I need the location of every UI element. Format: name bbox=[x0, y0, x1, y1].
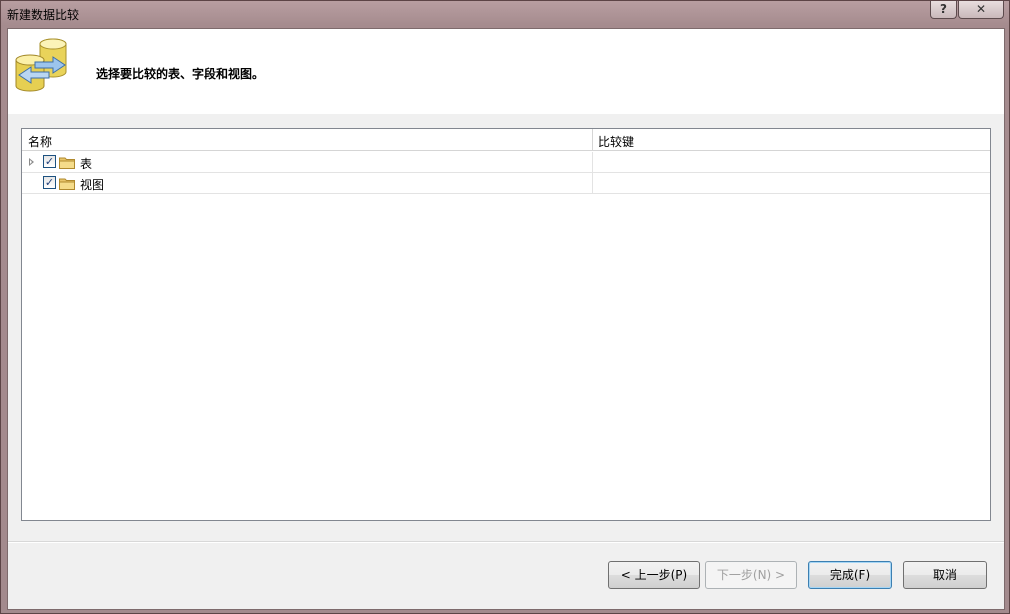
title-bar[interactable]: 新建数据比较 ? ✕ bbox=[1, 1, 1009, 27]
tree-row-tables[interactable]: ✓ 表 bbox=[22, 152, 990, 173]
tree-row-views[interactable]: ✓ 视图 bbox=[22, 173, 990, 194]
instruction-text: 选择要比较的表、字段和视图。 bbox=[96, 67, 265, 81]
row-label: 视图 bbox=[80, 178, 105, 192]
cancel-button[interactable]: 取消 bbox=[903, 561, 987, 589]
finish-button[interactable]: 完成(F) bbox=[808, 561, 892, 589]
grid-header: 名称 比较键 bbox=[22, 129, 990, 151]
back-button[interactable]: < 上一步(P) bbox=[608, 561, 700, 589]
object-tree-grid[interactable]: 名称 比较键 ✓ 表 ✓ 视图 bbox=[21, 128, 991, 521]
folder-icon bbox=[59, 157, 75, 169]
compare-key-cell[interactable] bbox=[593, 173, 990, 194]
dialog-client-area: 选择要比较的表、字段和视图。 名称 比较键 ✓ 表 ✓ 视图 < 上一步(P) … bbox=[7, 28, 1005, 610]
close-button[interactable]: ✕ bbox=[958, 1, 1004, 19]
compare-key-cell[interactable] bbox=[593, 152, 990, 173]
folder-icon bbox=[59, 178, 75, 190]
dialog-window: 新建数据比较 ? ✕ 选择要比较的表、字段和视图。 名称 比较键 ✓ 表 ✓ 视… bbox=[0, 0, 1010, 614]
row-label: 表 bbox=[80, 157, 93, 171]
name-cell: ✓ 表 bbox=[22, 152, 593, 173]
views-checkbox[interactable]: ✓ bbox=[43, 176, 56, 189]
tables-checkbox[interactable]: ✓ bbox=[43, 155, 56, 168]
next-button[interactable]: 下一步(N) > bbox=[705, 561, 797, 589]
database-compare-icon bbox=[15, 38, 67, 92]
name-cell: ✓ 视图 bbox=[22, 173, 593, 194]
column-header-name[interactable]: 名称 bbox=[22, 129, 593, 151]
column-header-compare-key[interactable]: 比较键 bbox=[593, 129, 990, 151]
footer-divider bbox=[8, 541, 1004, 543]
help-button[interactable]: ? bbox=[930, 1, 957, 19]
window-title: 新建数据比较 bbox=[7, 8, 80, 22]
header-panel: 选择要比较的表、字段和视图。 bbox=[8, 29, 1004, 114]
expand-arrow-icon[interactable] bbox=[29, 158, 34, 166]
